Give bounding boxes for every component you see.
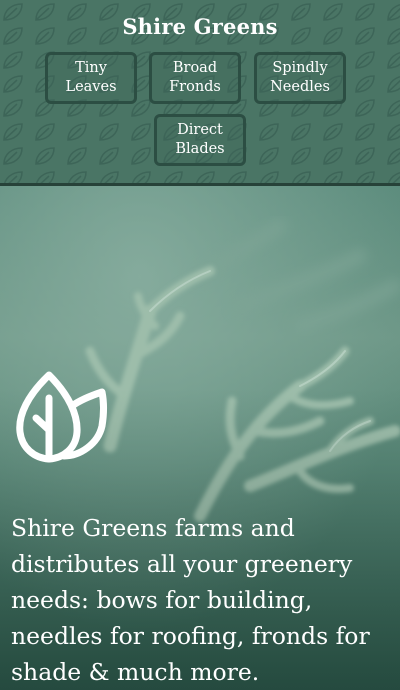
nav-button-label: Broad Fronds <box>169 60 221 95</box>
hero-tagline: Shire Greens farms and distributes all y… <box>11 513 370 686</box>
leaf-logo-icon <box>16 371 107 463</box>
site-header: Shire Greens Tiny Leaves Broad Fronds Sp… <box>0 0 400 186</box>
hero-section: Shire Greens farms and distributes all y… <box>0 186 400 690</box>
site-title: Shire Greens <box>122 14 278 39</box>
nav-button-spindly-needles[interactable]: Spindly Needles <box>254 52 346 104</box>
nav-button-label: Tiny Leaves <box>65 60 117 95</box>
nav-button-direct-blades[interactable]: Direct Blades <box>154 114 246 166</box>
page: Shire Greens Tiny Leaves Broad Fronds Sp… <box>0 0 400 690</box>
nav-button-label: Spindly Needles <box>270 60 330 95</box>
nav-button-broad-fronds[interactable]: Broad Fronds <box>149 52 241 104</box>
nav-button-label: Direct Blades <box>175 122 225 157</box>
nav-button-tiny-leaves[interactable]: Tiny Leaves <box>45 52 137 104</box>
